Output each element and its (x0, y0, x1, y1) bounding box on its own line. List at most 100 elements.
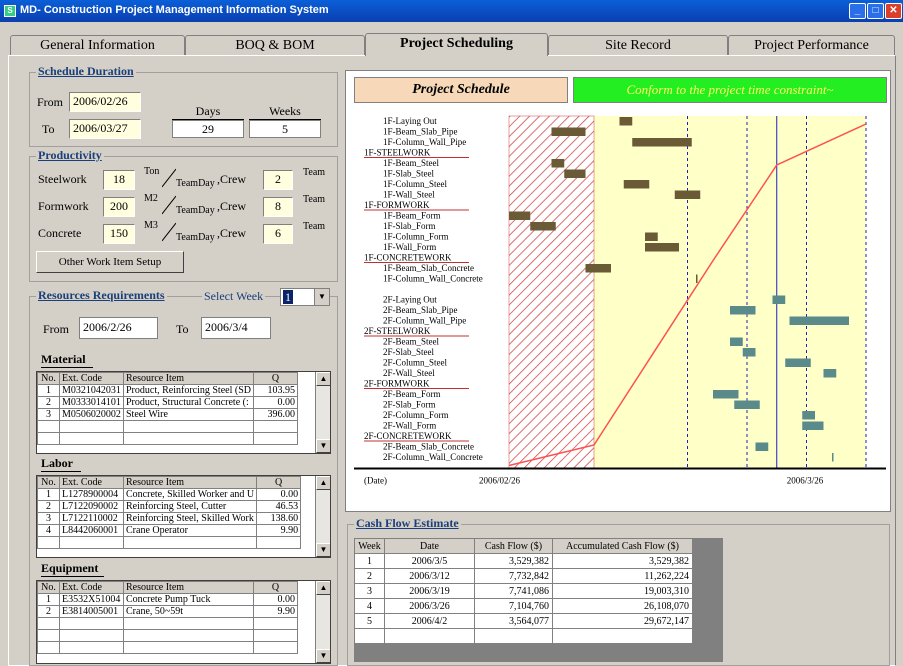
table-row-empty[interactable] (37, 420, 298, 433)
labor-scrollbar[interactable]: ▲ ▼ (315, 476, 330, 557)
labor-table: No. Ext. Code Resource Item Q 1 L1278900004 Co… (37, 476, 302, 549)
grid-cell (253, 617, 298, 630)
table-row[interactable]: 3 L7122110002 Reinforcing Steel, Skilled W… (37, 512, 302, 525)
crew-value-input[interactable]: 2 (263, 170, 293, 190)
gantt-task-label: 2F-Column_Wall_Pipe (383, 316, 466, 326)
labor-grid[interactable]: No. Ext. Code Resource Item Q 1 L1278900004 Co… (36, 475, 331, 558)
scroll-down-icon[interactable]: ▼ (316, 543, 330, 557)
gantt-task-bar (509, 211, 531, 220)
table-row-empty[interactable] (37, 629, 298, 642)
gantt-task-label: 1F-Wall_Form (383, 242, 436, 252)
grid-cell: E3532X51004 (59, 593, 124, 606)
schedule-from-input[interactable]: 2006/02/26 (69, 92, 141, 112)
grid-header: Q (253, 372, 298, 385)
grid-header: Q (256, 476, 302, 489)
cash-flow-cell: 3,564,077 (474, 613, 553, 629)
grid-cell: Reinforcing Steel, Skilled Work (122, 512, 258, 525)
tab-boq-bom[interactable]: BOQ & BOM (185, 35, 365, 55)
scroll-down-icon[interactable]: ▼ (316, 649, 330, 663)
gantt-task-label: 2F-Wall_Form (383, 421, 436, 431)
gantt-task-bar (755, 442, 769, 451)
start-date-label: 2006/02/26 (479, 476, 521, 486)
gantt-task-bar (619, 117, 633, 126)
cash-flow-cell: 2006/3/12 (384, 568, 475, 584)
grid-cell (256, 536, 302, 549)
gantt-task-label: 1F-Laying Out (383, 116, 437, 126)
gantt-task-label: 1F-Column_Form (383, 232, 449, 242)
scroll-up-icon[interactable]: ▲ (316, 581, 330, 595)
productivity-value-input[interactable]: 200 (103, 197, 135, 217)
equipment-grid[interactable]: No. Ext. Code Resource Item Q 1 E3532X51004 Co… (36, 580, 331, 664)
table-row[interactable]: 2 M0333014101 Product, Structural Concrete… (37, 396, 298, 409)
productivity-value-input[interactable]: 18 (103, 170, 135, 190)
minimize-button[interactable]: _ (849, 3, 866, 19)
crew-value-input[interactable]: 8 (263, 197, 293, 217)
table-row[interactable]: 1 E3532X51004 Concrete Pump Tuck 0.00 (37, 593, 298, 606)
table-row[interactable]: 2 2006/3/12 7,732,842 11,262,224 (354, 568, 693, 584)
tab-general-information[interactable]: General Information (10, 35, 185, 55)
productivity-value-input[interactable]: 150 (103, 224, 135, 244)
cash-flow-cell: 3,529,382 (552, 553, 693, 569)
tab-project-scheduling[interactable]: Project Scheduling (365, 33, 548, 56)
gantt-group-label: 1F-FORMWORK (364, 200, 430, 210)
table-row[interactable]: 4 2006/3/26 7,104,760 26,108,070 (354, 598, 693, 614)
table-row-empty[interactable] (37, 432, 298, 445)
cash-flow-cell: 7,732,842 (474, 568, 553, 584)
table-row[interactable]: 1 M0321042031 Product, Reinforcing Steel (… (37, 384, 298, 397)
team-label: Team (303, 167, 326, 178)
table-row-empty[interactable] (37, 641, 298, 654)
table-row[interactable]: 2 L7122090002 Reinforcing Steel, Cutter 46.… (37, 500, 302, 513)
close-button[interactable]: ✕ (885, 3, 902, 19)
productivity-name: Concrete (38, 226, 82, 240)
team-label: Team (303, 194, 326, 205)
material-scrollbar[interactable]: ▲ ▼ (315, 372, 330, 453)
other-work-item-setup-button[interactable]: Other Work Item Setup (36, 251, 184, 273)
tab-project-performance[interactable]: Project Performance (728, 35, 895, 55)
table-row[interactable]: 3 M0506020002 Steel Wire 396.00 (37, 408, 298, 421)
gantt-task-bar (551, 159, 565, 168)
select-week-dropdown[interactable]: 1 ▼ (280, 288, 330, 306)
material-grid[interactable]: No. Ext. Code Resource Item Q 1 M0321042031 Pr… (36, 371, 331, 454)
chevron-down-icon[interactable]: ▼ (314, 289, 329, 305)
table-row[interactable]: 5 2006/4/2 3,564,077 29,672,147 (354, 613, 693, 629)
table-row[interactable]: 3 2006/3/19 7,741,086 19,003,310 (354, 583, 693, 599)
table-row[interactable]: 2 E3814005001 Crane, 50~59t 9.90 (37, 605, 298, 618)
cash-flow-cell: 2006/3/19 (384, 583, 475, 599)
crew-value-input[interactable]: 6 (263, 224, 293, 244)
gantt-group-label: 2F-CONCRETEWORK (364, 431, 452, 441)
equipment-scrollbar[interactable]: ▲ ▼ (315, 581, 330, 663)
scroll-down-icon[interactable]: ▼ (316, 439, 330, 453)
fraction-slash-icon (162, 222, 176, 242)
tab-site-record[interactable]: Site Record (548, 35, 728, 55)
productivity-unit: M2 (144, 193, 158, 204)
gantt-task-bar (730, 337, 743, 346)
grid-cell: 4 (37, 524, 60, 537)
schedule-to-input[interactable]: 2006/03/27 (69, 119, 141, 139)
maximize-button[interactable]: □ (867, 3, 884, 19)
table-row[interactable]: 4 L8442060001 Crane Operator 9.90 (37, 524, 302, 537)
grid-header: Ext. Code (59, 476, 124, 489)
table-row-empty[interactable] (354, 628, 693, 644)
productivity-name: Formwork (38, 199, 89, 213)
grid-cell: 1 (37, 488, 60, 501)
res-to-input[interactable]: 2006/3/4 (201, 317, 271, 339)
gantt-task-bar (696, 274, 698, 283)
table-row[interactable]: 1 2006/3/5 3,529,382 3,529,382 (354, 553, 693, 569)
table-row-empty[interactable] (37, 617, 298, 630)
grid-cell (253, 641, 298, 654)
week-selected-value: 1 (283, 290, 293, 304)
table-row[interactable]: 1 L1278900004 Concrete, Skilled Worker and… (37, 488, 302, 501)
scroll-up-icon[interactable]: ▲ (316, 372, 330, 386)
gantt-task-label: 1F-Slab_Form (383, 221, 436, 231)
cash-flow-grid[interactable]: Week Date Cash Flow ($) Accumulated Cash Fl… (354, 538, 723, 662)
grid-cell (253, 629, 298, 642)
grid-cell: 3 (37, 408, 60, 421)
table-row-empty[interactable] (37, 536, 302, 549)
res-from-input[interactable]: 2006/2/26 (79, 317, 158, 339)
productivity-name: Steelwork (38, 172, 87, 186)
grid-cell: 2 (37, 605, 60, 618)
scroll-up-icon[interactable]: ▲ (316, 476, 330, 490)
grid-cell (122, 536, 258, 549)
project-schedule-title: Project Schedule (354, 77, 568, 103)
cash-flow-header: Accumulated Cash Flow ($) (552, 538, 693, 554)
